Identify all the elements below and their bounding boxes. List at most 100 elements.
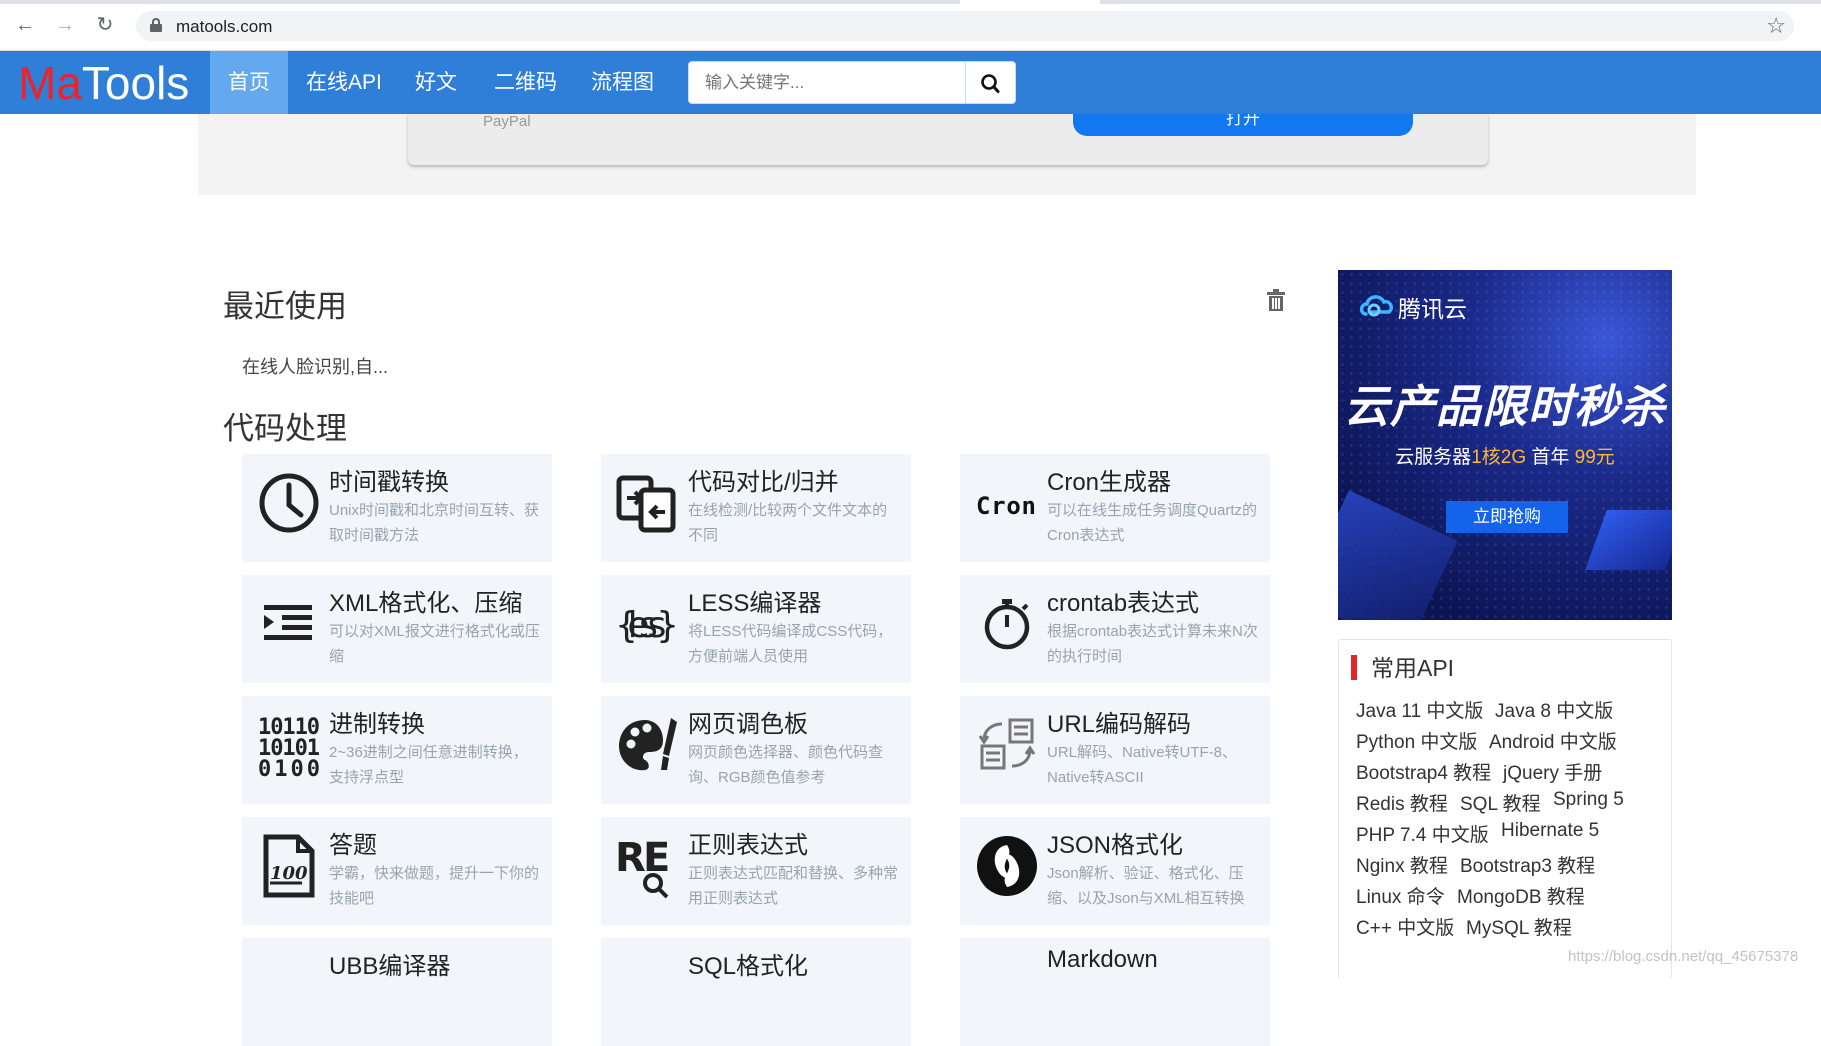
site-logo[interactable]: MaTools bbox=[18, 57, 189, 109]
tool-desc: 正则表达式匹配和替换、多种常用正则表达式 bbox=[688, 865, 899, 907]
tool-title: crontab表达式 bbox=[1047, 590, 1200, 617]
api-link[interactable]: Spring 5 bbox=[1553, 789, 1624, 811]
logo-ma: Ma bbox=[18, 57, 82, 109]
tool-title: 正则表达式 bbox=[688, 832, 808, 859]
tool-card-sql[interactable]: SQL格式化 bbox=[601, 938, 911, 1046]
less-icon: {less} bbox=[615, 605, 679, 646]
svg-text:{less}: {less} bbox=[615, 605, 679, 646]
tool-desc: URL解码、Native转UTF-8、Native转ASCII bbox=[1047, 744, 1238, 786]
api-title: 常用API bbox=[1371, 655, 1455, 681]
svg-text:100: 100 bbox=[270, 863, 308, 884]
api-link[interactable]: SQL 教程 bbox=[1460, 789, 1541, 816]
api-link[interactable]: Java 11 中文版 bbox=[1356, 696, 1483, 723]
api-link[interactable]: jQuery 手册 bbox=[1503, 758, 1602, 785]
tool-title: SQL格式化 bbox=[688, 953, 809, 980]
tool-card-cron[interactable]: Cron Cron生成器 可以在线生成任务调度Quartz的Cron表达式 bbox=[960, 454, 1270, 562]
api-link[interactable]: Bootstrap3 教程 bbox=[1460, 851, 1595, 878]
watermark: https://blog.csdn.net/qq_45675378 bbox=[1568, 948, 1799, 965]
reload-icon[interactable]: ↻ bbox=[94, 14, 116, 36]
api-link[interactable]: C++ 中文版 bbox=[1356, 913, 1454, 940]
tool-desc: 将LESS代码编译成CSS代码，方便前端人员使用 bbox=[688, 623, 893, 665]
clock-icon bbox=[259, 473, 319, 533]
api-link[interactable]: Linux 命令 bbox=[1356, 882, 1445, 909]
api-accent-bar bbox=[1351, 655, 1357, 680]
tool-card-radix[interactable]: 10110 10101 0100 进制转换 2~36进制之间任意进制转换，支持浮点型 bbox=[242, 696, 552, 804]
api-link[interactable]: Redis 教程 bbox=[1356, 789, 1448, 816]
svg-text:Cron: Cron bbox=[976, 492, 1036, 520]
tool-card-json[interactable]: JSON格式化 Json解析、验证、格式化、压缩、以及Json与XML相互转换 bbox=[960, 817, 1270, 925]
active-tab[interactable] bbox=[960, 0, 1100, 4]
browser-toolbar: ← → ↻ matools.com ☆ bbox=[0, 0, 1821, 51]
banner-open-button[interactable]: 打开 bbox=[1073, 114, 1413, 136]
banner-card: PayPal 打开 bbox=[408, 114, 1488, 165]
back-arrow-icon[interactable]: ← bbox=[14, 14, 36, 36]
api-link[interactable]: Nginx 教程 bbox=[1356, 851, 1448, 878]
api-link[interactable]: MySQL 教程 bbox=[1466, 913, 1572, 940]
address-bar[interactable]: matools.com ☆ bbox=[136, 11, 1794, 41]
api-link[interactable]: Bootstrap4 教程 bbox=[1356, 758, 1491, 785]
indent-icon bbox=[264, 605, 312, 640]
lock-icon bbox=[150, 18, 162, 32]
tool-desc: 学霸，快来做题，提升一下你的技能吧 bbox=[329, 865, 540, 907]
code-section-title: 代码处理 bbox=[223, 411, 347, 446]
forward-arrow-icon[interactable]: → bbox=[54, 14, 76, 36]
tool-desc: 可以在线生成任务调度Quartz的Cron表达式 bbox=[1047, 502, 1258, 544]
tool-card-code-diff[interactable]: 代码对比/归并 在线检测/比较两个文件文本的不同 bbox=[601, 454, 911, 562]
api-link[interactable]: MongoDB 教程 bbox=[1457, 882, 1585, 909]
tool-card-ubb[interactable]: UBB编译器 bbox=[242, 938, 552, 1046]
api-link[interactable]: Python 中文版 bbox=[1356, 727, 1477, 754]
tool-title: 进制转换 bbox=[329, 711, 425, 738]
tool-card-crontab[interactable]: crontab表达式 根据crontab表达式计算未来N次的执行时间 bbox=[960, 575, 1270, 683]
tab-strip bbox=[0, 0, 1821, 4]
code-diff-icon bbox=[616, 475, 676, 533]
nav-online-api[interactable]: 在线API bbox=[288, 51, 400, 114]
tool-desc: 在线检测/比较两个文件文本的不同 bbox=[688, 502, 888, 544]
search-icon bbox=[981, 74, 1000, 93]
api-link[interactable]: PHP 7.4 中文版 bbox=[1356, 820, 1489, 847]
tool-desc: 根据crontab表达式计算未来N次的执行时间 bbox=[1047, 623, 1258, 665]
recent-title: 最近使用 bbox=[223, 289, 347, 324]
tool-desc: Unix时间戳和北京时间互转、获取时间戳方法 bbox=[329, 502, 540, 544]
url-text[interactable]: matools.com bbox=[176, 17, 272, 37]
json-icon bbox=[977, 836, 1037, 896]
palette-icon bbox=[619, 718, 677, 771]
search-button[interactable] bbox=[966, 61, 1016, 104]
tool-card-url[interactable]: URL编码解码 URL解码、Native转UTF-8、Native转ASCII bbox=[960, 696, 1270, 804]
api-link[interactable]: Hibernate 5 bbox=[1501, 820, 1599, 842]
svg-text:R: R bbox=[615, 835, 646, 881]
tool-card-palette[interactable]: 网页调色板 网页颜色选择器、颜色代码查询、RGB颜色值参考 bbox=[601, 696, 911, 804]
nav-flowchart[interactable]: 流程图 bbox=[573, 51, 672, 114]
tool-card-less[interactable]: {less} LESS编译器 将LESS代码编译成CSS代码，方便前端人员使用 bbox=[601, 575, 911, 683]
tool-desc: 网页颜色选择器、颜色代码查询、RGB颜色值参考 bbox=[688, 744, 884, 786]
banner-caption: PayPal bbox=[483, 113, 531, 130]
tool-title: URL编码解码 bbox=[1047, 711, 1192, 738]
tool-title: 网页调色板 bbox=[688, 711, 808, 738]
api-link[interactable]: Java 8 中文版 bbox=[1495, 696, 1613, 723]
ad-buy-button[interactable]: 立即抢购 bbox=[1446, 501, 1568, 533]
trash-icon[interactable] bbox=[1266, 289, 1286, 311]
tool-card-xml[interactable]: XML格式化、压缩 可以对XML报文进行格式化或压缩 bbox=[242, 575, 552, 683]
ad-sub-highlight: 1核2G bbox=[1471, 447, 1527, 468]
tool-card-markdown[interactable]: Markdown bbox=[960, 938, 1270, 1046]
tool-card-timestamp[interactable]: 时间戳转换 Unix时间戳和北京时间互转、获取时间戳方法 bbox=[242, 454, 552, 562]
tool-title: LESS编译器 bbox=[688, 590, 822, 617]
cron-icon: Cron bbox=[976, 492, 1036, 520]
tool-card-exam[interactable]: 100 答题 学霸，快来做题，提升一下你的技能吧 bbox=[242, 817, 552, 925]
nav-home[interactable]: 首页 bbox=[210, 51, 288, 114]
nav-qrcode[interactable]: 二维码 bbox=[476, 51, 575, 114]
tool-card-regex[interactable]: RE 正则表达式 正则表达式匹配和替换、多种常用正则表达式 bbox=[601, 817, 911, 925]
nav-articles[interactable]: 好文 bbox=[397, 51, 475, 114]
search-input[interactable] bbox=[688, 61, 966, 104]
tool-title: 时间戳转换 bbox=[329, 469, 449, 496]
tencent-cloud-logo-icon bbox=[1359, 295, 1393, 317]
site-header: MaTools 首页 在线API 好文 二维码 流程图 bbox=[0, 51, 1821, 114]
recent-item[interactable]: 在线人脸识别,自... bbox=[242, 353, 388, 379]
bookmark-star-icon[interactable]: ☆ bbox=[1766, 14, 1786, 38]
logo-tools: Tools bbox=[81, 57, 190, 109]
tool-title: Markdown bbox=[1047, 946, 1158, 973]
tencent-cloud-ad[interactable]: 腾讯云 云产品限时秒杀 云服务器1核2G 首年 99元 立即抢购 bbox=[1338, 270, 1672, 620]
tool-title: XML格式化、压缩 bbox=[329, 590, 523, 617]
ad-sub-text: 云服务器 bbox=[1395, 447, 1472, 468]
tool-desc: 2~36进制之间任意进制转换，支持浮点型 bbox=[329, 744, 528, 786]
api-link[interactable]: Android 中文版 bbox=[1489, 727, 1617, 754]
